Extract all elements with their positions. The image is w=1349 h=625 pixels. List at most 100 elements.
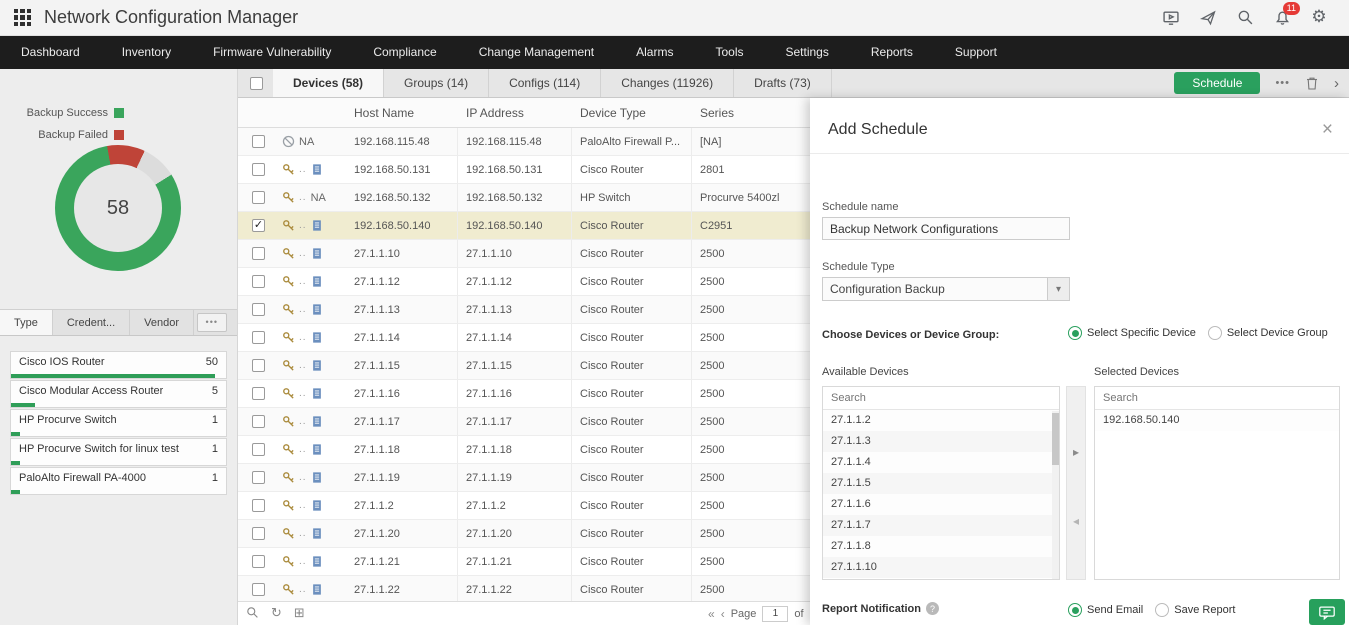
help-icon[interactable]: ? (926, 602, 939, 615)
row-checkbox[interactable]: ✓ (252, 499, 265, 512)
row-checkbox[interactable]: ✓ (252, 247, 265, 260)
radio-option[interactable]: Select Specific Device (1068, 326, 1196, 340)
feedback-button[interactable] (1309, 599, 1345, 625)
sidebar-tab[interactable]: Credent... (53, 310, 130, 335)
available-device-item[interactable]: 27.1.1.2 (823, 410, 1059, 431)
column-device-type[interactable]: Device Type (572, 106, 692, 120)
sidebar-tabs-more-button[interactable]: ••• (197, 313, 227, 332)
available-device-item[interactable]: 27.1.1.4 (823, 452, 1059, 473)
first-page-icon[interactable]: « (708, 607, 715, 621)
app-launcher-icon[interactable] (14, 9, 31, 26)
device-type-stat-item[interactable]: Cisco Modular Access Router 5 (10, 380, 227, 408)
icon-overflow: .. (299, 220, 307, 231)
row-checkbox[interactable]: ✓ (252, 583, 265, 596)
row-checkbox[interactable]: ✓ (252, 163, 265, 176)
column-settings-icon[interactable]: ⊞ (294, 607, 305, 620)
nav-item[interactable]: Tools (694, 36, 764, 69)
nav-item[interactable]: Firmware Vulnerability (192, 36, 352, 69)
row-checkbox[interactable]: ✓ (252, 191, 265, 204)
sidebar-tab[interactable]: Type (0, 310, 53, 335)
na-label: NA (311, 192, 326, 204)
notifications-bell-icon[interactable]: 11 (1272, 9, 1292, 27)
row-checkbox[interactable]: ✓ (252, 135, 265, 148)
settings-gear-icon[interactable]: ⚙ (1309, 9, 1329, 27)
inventory-tab[interactable]: Configs (114) (489, 69, 601, 97)
device-type-stat-item[interactable]: PaloAlto Firewall PA-4000 1 (10, 467, 227, 495)
nav-item[interactable]: Change Management (458, 36, 615, 69)
available-device-item[interactable]: 27.1.1.3 (823, 431, 1059, 452)
transfer-controls: ▸ ◂ (1066, 386, 1086, 580)
list-scrollbar[interactable] (1052, 411, 1059, 579)
selected-devices-search-input[interactable] (1095, 387, 1339, 409)
column-ip-address[interactable]: IP Address (458, 106, 572, 120)
device-type-cell: Cisco Router (572, 296, 692, 323)
radio-option[interactable]: Save Report (1155, 603, 1235, 617)
nav-item[interactable]: Dashboard (0, 36, 101, 69)
row-checkbox[interactable]: ✓ (252, 471, 265, 484)
device-type-stat-item[interactable]: HP Procurve Switch for linux test 1 (10, 438, 227, 466)
previous-page-icon[interactable]: ‹ (721, 607, 725, 621)
search-icon[interactable] (1235, 9, 1255, 27)
device-type-stat-item[interactable]: Cisco IOS Router 50 (10, 351, 227, 379)
config-doc-icon (311, 359, 324, 372)
delete-icon[interactable] (1305, 76, 1319, 91)
nav-item[interactable]: Inventory (101, 36, 192, 69)
selected-device-item[interactable]: 192.168.50.140 (1095, 410, 1339, 431)
radio-icon (1068, 603, 1082, 617)
schedule-type-select[interactable]: Configuration Backup ▾ (822, 277, 1070, 301)
sidebar-tab[interactable]: Vendor (130, 310, 194, 335)
table-search-icon[interactable] (246, 606, 259, 622)
radio-icon (1208, 326, 1222, 340)
collapse-panel-icon[interactable]: › (1334, 75, 1339, 92)
more-actions-button[interactable]: ••• (1275, 77, 1290, 89)
nav-item[interactable]: Alarms (615, 36, 694, 69)
device-type-stat-item[interactable]: HP Procurve Switch 1 (10, 409, 227, 437)
available-device-item[interactable]: 27.1.1.6 (823, 494, 1059, 515)
available-device-item[interactable]: 27.1.1.5 (823, 473, 1059, 494)
row-checkbox[interactable]: ✓ (252, 331, 265, 344)
device-type-cell: Cisco Router (572, 548, 692, 575)
credential-key-icon (282, 415, 295, 428)
row-checkbox[interactable]: ✓ (252, 219, 265, 232)
schedule-name-input[interactable] (822, 217, 1070, 240)
row-checkbox[interactable]: ✓ (252, 415, 265, 428)
row-checkbox[interactable]: ✓ (252, 387, 265, 400)
select-all-checkbox[interactable]: ✓ (250, 77, 263, 90)
schedule-button[interactable]: Schedule (1174, 72, 1260, 94)
close-icon[interactable]: × (1322, 120, 1333, 139)
available-device-item[interactable]: 27.1.1.10 (823, 557, 1059, 578)
inventory-tab[interactable]: Changes (11926) (601, 69, 734, 97)
page-number-input[interactable] (762, 606, 788, 622)
refresh-icon[interactable]: ↻ (271, 607, 282, 620)
inventory-tab[interactable]: Groups (14) (384, 69, 489, 97)
radio-option[interactable]: Select Device Group (1208, 326, 1328, 340)
move-right-icon[interactable]: ▸ (1067, 445, 1085, 459)
inventory-tab[interactable]: Drafts (73) (734, 69, 832, 97)
add-schedule-panel: Add Schedule × Schedule name Schedule Ty… (810, 98, 1349, 625)
row-checkbox[interactable]: ✓ (252, 275, 265, 288)
move-left-icon[interactable]: ◂ (1067, 514, 1085, 528)
available-devices-search-input[interactable] (823, 387, 1059, 409)
device-type-cell: Cisco Router (572, 436, 692, 463)
row-checkbox[interactable]: ✓ (252, 527, 265, 540)
available-device-item[interactable]: 27.1.1.8 (823, 536, 1059, 557)
available-device-item[interactable]: 27.1.1.7 (823, 515, 1059, 536)
row-checkbox[interactable]: ✓ (252, 303, 265, 316)
row-checkbox[interactable]: ✓ (252, 359, 265, 372)
row-checkbox[interactable]: ✓ (252, 443, 265, 456)
radio-option[interactable]: Send Email (1068, 603, 1143, 617)
nav-item[interactable]: Support (934, 36, 1018, 69)
nav-item[interactable]: Settings (765, 36, 850, 69)
host-name-cell: 27.1.1.19 (346, 464, 458, 491)
inventory-tab[interactable]: Devices (58) (273, 69, 384, 97)
nav-item[interactable]: Compliance (352, 36, 457, 69)
config-doc-icon (311, 387, 324, 400)
nav-item[interactable]: Reports (850, 36, 934, 69)
row-checkbox[interactable]: ✓ (252, 555, 265, 568)
demo-screen-icon[interactable] (1161, 9, 1181, 27)
scrollbar-thumb[interactable] (1052, 413, 1059, 465)
host-name-cell: 27.1.1.13 (346, 296, 458, 323)
icon-overflow: .. (299, 556, 307, 567)
whats-new-rocket-icon[interactable] (1198, 9, 1218, 27)
column-host-name[interactable]: Host Name (346, 106, 458, 120)
